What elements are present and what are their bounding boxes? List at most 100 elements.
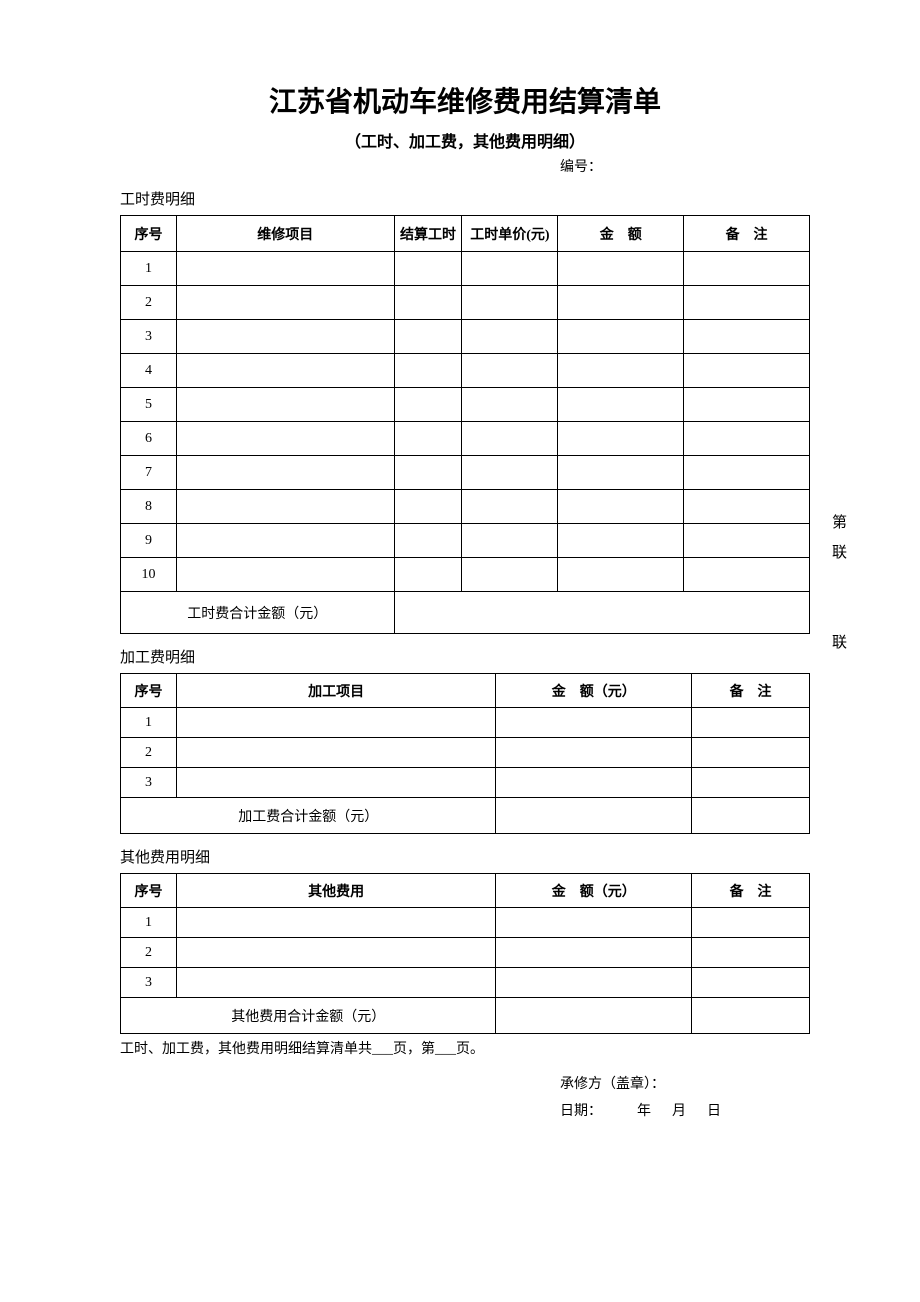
table-row: 8 xyxy=(121,490,810,524)
cell-item xyxy=(176,422,394,456)
cell-amount xyxy=(496,768,692,798)
th-note: 备 注 xyxy=(692,674,810,708)
cell-amount xyxy=(496,908,692,938)
cell-amount xyxy=(558,286,684,320)
total-row: 加工费合计金额（元） xyxy=(121,798,810,834)
cell-price xyxy=(462,524,558,558)
th-amount: 金 额（元） xyxy=(496,674,692,708)
table-row: 3 xyxy=(121,320,810,354)
cell-item xyxy=(176,968,495,998)
cell-amount xyxy=(496,968,692,998)
cell-price xyxy=(462,286,558,320)
cell-hours xyxy=(394,456,462,490)
th-seq: 序号 xyxy=(121,216,177,252)
cell-seq: 1 xyxy=(121,708,177,738)
section1-label: 工时费明细 xyxy=(120,188,810,209)
total-note xyxy=(692,798,810,834)
cell-seq: 2 xyxy=(121,738,177,768)
cell-item xyxy=(176,524,394,558)
cell-item xyxy=(176,908,495,938)
labor-fee-table: 序号 维修项目 结算工时 工时单价(元) 金 额 备 注 1 2 3 4 5 6… xyxy=(120,215,810,634)
cell-amount xyxy=(558,388,684,422)
page-title: 江苏省机动车维修费用结算清单 xyxy=(120,80,810,120)
table-row: 3 xyxy=(121,768,810,798)
cell-price xyxy=(462,388,558,422)
cell-note xyxy=(684,354,810,388)
cell-amount xyxy=(558,252,684,286)
cell-amount xyxy=(496,708,692,738)
side-char: 联 xyxy=(832,538,847,568)
table-row: 4 xyxy=(121,354,810,388)
date-day: 日 xyxy=(707,1104,721,1119)
cell-note xyxy=(692,908,810,938)
total-row: 其他费用合计金额（元） xyxy=(121,998,810,1034)
cell-seq: 1 xyxy=(121,252,177,286)
cell-amount xyxy=(558,456,684,490)
th-note: 备 注 xyxy=(692,874,810,908)
date-label: 日期： xyxy=(560,1104,602,1119)
cell-item xyxy=(176,558,394,592)
cell-price xyxy=(462,320,558,354)
th-item: 其他费用 xyxy=(176,874,495,908)
cell-amount xyxy=(558,558,684,592)
total-value xyxy=(394,592,809,634)
cell-amount xyxy=(558,320,684,354)
date-month: 月 xyxy=(672,1104,686,1119)
date-year: 年 xyxy=(637,1104,651,1119)
total-value xyxy=(496,998,692,1034)
cell-hours xyxy=(394,354,462,388)
page-count-note: 工时、加工费，其他费用明细结算清单共___页，第___页。 xyxy=(120,1038,810,1058)
th-unit-price: 工时单价(元) xyxy=(462,216,558,252)
cell-hours xyxy=(394,524,462,558)
cell-price xyxy=(462,456,558,490)
sign-contractor-label: 承修方（盖章）： xyxy=(560,1072,810,1099)
cell-item xyxy=(176,252,394,286)
cell-seq: 8 xyxy=(121,490,177,524)
cell-note xyxy=(692,768,810,798)
table-row: 9 xyxy=(121,524,810,558)
total-row: 工时费合计金额（元） xyxy=(121,592,810,634)
cell-hours xyxy=(394,252,462,286)
cell-note xyxy=(684,422,810,456)
th-amount: 金 额（元） xyxy=(496,874,692,908)
cell-hours xyxy=(394,286,462,320)
cell-note xyxy=(684,286,810,320)
cell-seq: 9 xyxy=(121,524,177,558)
th-hours: 结算工时 xyxy=(394,216,462,252)
cell-seq: 2 xyxy=(121,286,177,320)
cell-item xyxy=(176,354,394,388)
cell-seq: 4 xyxy=(121,354,177,388)
cell-price xyxy=(462,490,558,524)
table-header-row: 序号 其他费用 金 额（元） 备 注 xyxy=(121,874,810,908)
cell-hours xyxy=(394,422,462,456)
table-row: 2 xyxy=(121,286,810,320)
cell-price xyxy=(462,354,558,388)
cell-amount xyxy=(558,354,684,388)
th-item: 加工项目 xyxy=(176,674,495,708)
cell-amount xyxy=(496,738,692,768)
cell-note xyxy=(684,456,810,490)
cell-seq: 3 xyxy=(121,968,177,998)
side-note-copy-2: 联 xyxy=(832,628,847,658)
th-note: 备 注 xyxy=(684,216,810,252)
section2-label: 加工费明细 xyxy=(120,646,810,667)
sign-date-line: 日期： 年 月 日 xyxy=(560,1099,810,1126)
cell-note xyxy=(684,490,810,524)
cell-price xyxy=(462,422,558,456)
cell-hours xyxy=(394,320,462,354)
total-note xyxy=(692,998,810,1034)
cell-hours xyxy=(394,388,462,422)
table-row: 6 xyxy=(121,422,810,456)
total-label: 工时费合计金额（元） xyxy=(121,592,395,634)
cell-seq: 3 xyxy=(121,768,177,798)
table-row: 7 xyxy=(121,456,810,490)
table-header-row: 序号 维修项目 结算工时 工时单价(元) 金 额 备 注 xyxy=(121,216,810,252)
cell-item xyxy=(176,738,495,768)
cell-note xyxy=(684,320,810,354)
cell-item xyxy=(176,490,394,524)
table-row: 2 xyxy=(121,938,810,968)
total-label: 加工费合计金额（元） xyxy=(121,798,496,834)
cell-note xyxy=(684,388,810,422)
cell-amount xyxy=(558,490,684,524)
cell-item xyxy=(176,388,394,422)
